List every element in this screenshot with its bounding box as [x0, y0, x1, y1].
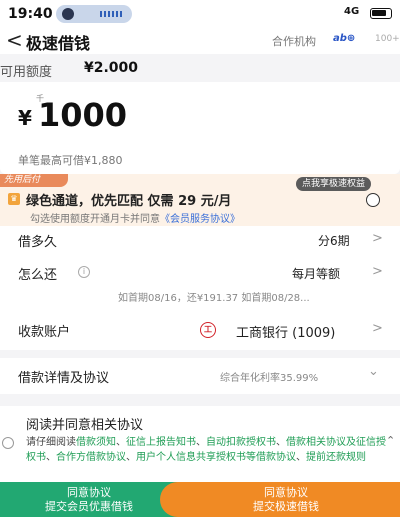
- max-amount-note: 单笔最高可借¥1,880: [18, 154, 123, 167]
- partner-label[interactable]: 合作机构: [272, 33, 316, 49]
- agreement-text: 请仔细阅读借款须知、征信上报告知书、自动扣款授权书、借款相关协议及征信授权书、合…: [26, 437, 386, 463]
- repay-label: 怎么还: [18, 268, 58, 283]
- promo-main-label: 绿色通道，优先匹配 仅需: [26, 194, 174, 209]
- term-value[interactable]: 分6期: [318, 232, 350, 249]
- express-loan-button[interactable]: 同意协议 提交极速借钱: [160, 482, 400, 517]
- available-label: 可用额度: [0, 65, 53, 80]
- account-value[interactable]: 工商银行 (1009): [236, 322, 335, 341]
- term-label: 借多久: [18, 235, 58, 250]
- agreement-link[interactable]: 提前还款规则: [306, 452, 366, 463]
- partner-count[interactable]: 100+: [375, 34, 400, 44]
- express-loan-line2: 提交极速借钱: [253, 500, 319, 513]
- promo-main-text: 绿色通道，优先匹配 仅需 29 元/月: [26, 190, 231, 209]
- currency-symbol: ¥: [18, 106, 32, 130]
- promo-price: 29: [178, 194, 197, 209]
- agreement-title: 阅读并同意相关协议: [26, 418, 144, 433]
- promo-bubble[interactable]: 点我享极速权益: [296, 177, 372, 191]
- crown-icon: ♛: [8, 193, 20, 205]
- bank-icon: 工: [200, 322, 216, 338]
- promo-sub-text: 勾选使用额度开通月卡并同意《会员服务协议》: [30, 210, 240, 225]
- available-value: ¥2.000: [84, 60, 139, 76]
- member-loan-line1: 同意协议: [67, 486, 111, 499]
- partner-logo[interactable]: ab⊕: [333, 33, 355, 44]
- repay-value[interactable]: 每月等额: [292, 265, 340, 282]
- battery-icon: [370, 8, 392, 19]
- promo-tag: 先用后付: [0, 174, 68, 187]
- agreement-prefix: 请仔细阅读: [26, 437, 76, 448]
- agreement-link[interactable]: 借款须知: [76, 437, 116, 448]
- loan-amount-input[interactable]: 1000: [38, 96, 127, 134]
- member-agreement-link[interactable]: 《会员服务协议》: [160, 214, 240, 225]
- agreement-radio-icon[interactable]: [2, 437, 14, 449]
- annual-rate: 综合年化利率35.99%: [220, 373, 319, 384]
- promo-price-unit: 元/月: [200, 194, 232, 209]
- chevron-right-icon[interactable]: >: [372, 321, 383, 336]
- agreement-link[interactable]: 合作方借款协议: [56, 452, 126, 463]
- agreement-link[interactable]: 用户个人信息共享授权书等借款协议: [136, 452, 296, 463]
- network-indicator: 4G: [344, 6, 360, 17]
- dynamic-island: [56, 5, 132, 23]
- details-label: 借款详情及协议: [18, 371, 110, 386]
- back-icon[interactable]: <: [6, 28, 23, 52]
- express-loan-line1: 同意协议: [264, 486, 308, 499]
- island-avatar-icon: [62, 8, 74, 20]
- status-time: 19:40: [8, 6, 53, 22]
- info-icon[interactable]: i: [78, 266, 90, 278]
- account-label: 收款账户: [18, 325, 71, 340]
- audio-wave-icon: [100, 11, 124, 17]
- member-loan-button[interactable]: 同意协议 提交会员优惠借钱: [0, 482, 178, 517]
- member-loan-line2: 提交会员优惠借钱: [45, 500, 133, 513]
- agreement-link[interactable]: 征信上报告知书: [126, 437, 196, 448]
- chevron-down-icon[interactable]: ⌄: [368, 364, 379, 379]
- promo-radio-icon[interactable]: [366, 193, 380, 207]
- agreement-link[interactable]: 自动扣款授权书: [206, 437, 276, 448]
- chevron-right-icon[interactable]: >: [372, 264, 383, 279]
- repay-detail: 如首期08/16，还¥191.37 如首期08/28...: [118, 293, 310, 304]
- page-title: 极速借钱: [26, 34, 91, 53]
- promo-sub-label: 勾选使用额度开通月卡并同意: [30, 214, 160, 225]
- chevron-right-icon[interactable]: >: [372, 231, 383, 246]
